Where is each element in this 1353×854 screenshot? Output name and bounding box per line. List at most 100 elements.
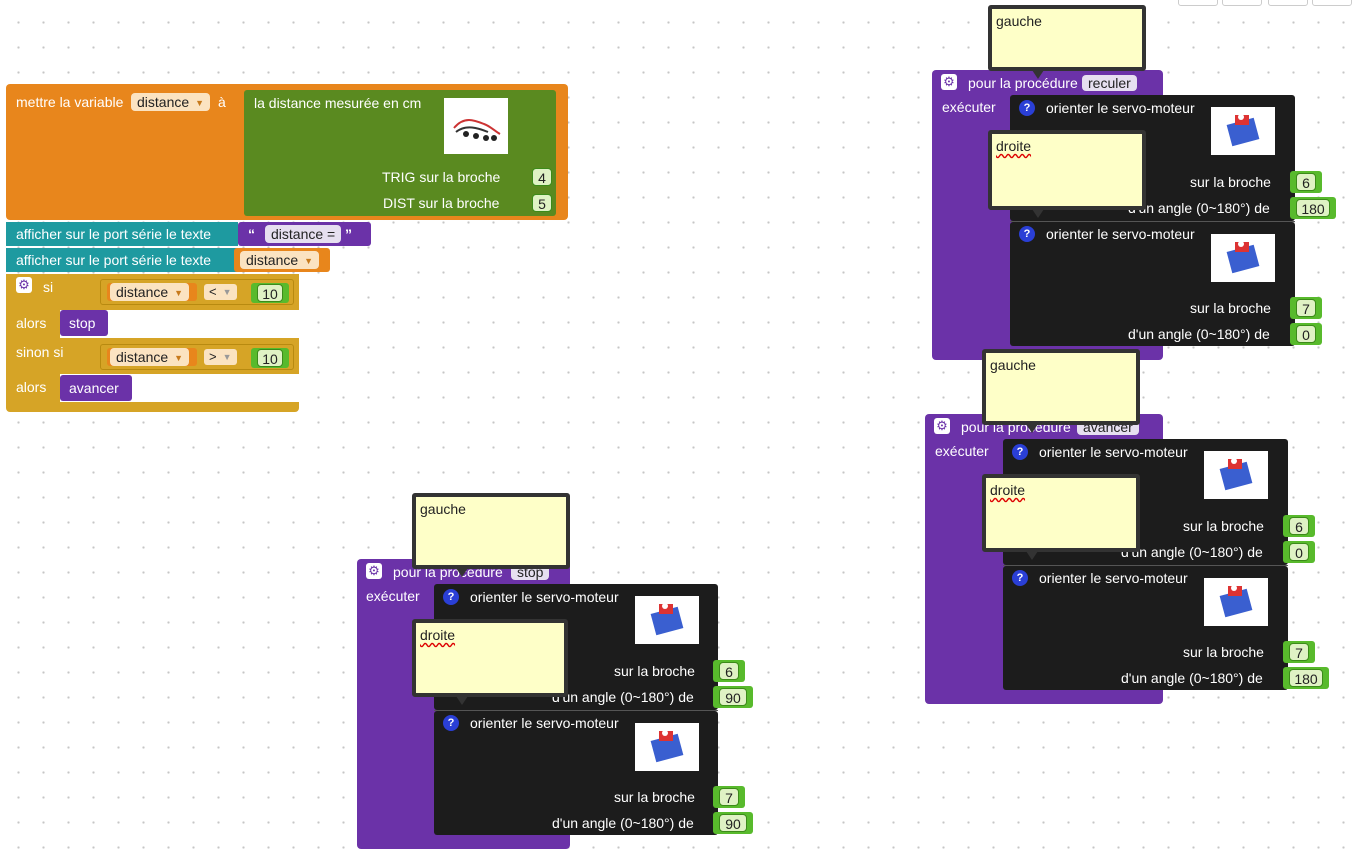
gear-icon[interactable]: ⚙ — [941, 74, 957, 90]
help-icon[interactable]: ? — [1019, 100, 1035, 116]
pin-input[interactable]: 6 — [1296, 173, 1316, 191]
distance-sensor-block[interactable]: la distance mesurée en cm TRIG sur la br… — [244, 90, 556, 216]
toolbar-button[interactable] — [1222, 0, 1262, 6]
variable-get-block[interactable]: distance ▼ — [107, 348, 197, 366]
help-icon[interactable]: ? — [1012, 444, 1028, 460]
pin-label: sur la broche — [614, 663, 695, 679]
toolbar-button[interactable] — [1268, 0, 1308, 6]
angle-input[interactable]: 90 — [719, 688, 747, 706]
number-block[interactable]: 180 — [1283, 667, 1329, 689]
comment-note[interactable]: droite — [982, 474, 1140, 560]
toolbar-button[interactable] — [1178, 0, 1218, 6]
procedure-name-field[interactable]: reculer — [1082, 75, 1137, 91]
comment-note[interactable]: gauche — [982, 349, 1140, 433]
operator-value: > — [209, 349, 217, 364]
serial-print-block-2[interactable]: afficher sur le port série le texte — [6, 248, 238, 272]
servo-block-2[interactable]: ? orienter le servo-moteur sur la broche… — [1003, 566, 1288, 690]
pin-label: sur la broche — [614, 789, 695, 805]
pin-input[interactable]: 6 — [1289, 517, 1309, 535]
comment-note[interactable]: droite — [412, 619, 568, 705]
call-stop-block[interactable]: stop — [60, 310, 108, 336]
angle-label: d'un angle (0~180°) de — [1128, 326, 1270, 342]
number-block[interactable]: 7 — [1290, 297, 1322, 319]
servo-label: orienter le servo-moteur — [470, 715, 619, 731]
comment-text: droite — [420, 627, 456, 643]
servo-block-2[interactable]: ? orienter le servo-moteur sur la broche… — [1010, 222, 1295, 346]
angle-input[interactable]: 180 — [1289, 669, 1323, 687]
number-input[interactable]: 10 — [257, 284, 283, 302]
trig-label: TRIG sur la broche — [382, 169, 501, 185]
text-block[interactable]: “ distance = ” — [238, 222, 371, 246]
pin-input[interactable]: 6 — [719, 662, 739, 680]
comment-pointer — [1026, 424, 1038, 433]
servo-image — [635, 723, 699, 771]
gear-icon[interactable]: ⚙ — [934, 418, 950, 434]
serial-print-block-1[interactable]: afficher sur le port série le texte — [6, 222, 238, 246]
angle-input[interactable]: 90 — [719, 814, 747, 832]
number-block[interactable]: 10 — [251, 283, 289, 303]
comment-text: droite — [996, 138, 1032, 154]
trig-pin-input[interactable]: 4 — [532, 168, 552, 186]
chevron-down-icon: ▼ — [195, 98, 205, 108]
comment-text: droite — [990, 482, 1026, 498]
number-block[interactable]: 7 — [1283, 641, 1315, 663]
comment-note[interactable]: gauche — [412, 493, 570, 577]
pin-input[interactable]: 7 — [1296, 299, 1316, 317]
angle-input[interactable]: 0 — [1296, 325, 1316, 343]
servo-block-2[interactable]: ? orienter le servo-moteur sur la broche… — [434, 711, 718, 835]
then-label: alors — [16, 315, 47, 331]
pin-input[interactable]: 7 — [1289, 643, 1309, 661]
chevron-down-icon: ▼ — [174, 353, 184, 363]
comment-pointer — [1032, 70, 1044, 79]
compare-block-2[interactable]: distance ▼ > ▼ 10 — [100, 344, 294, 370]
help-icon[interactable]: ? — [443, 589, 459, 605]
variable-get-block[interactable]: distance ▼ — [107, 283, 197, 301]
number-block[interactable]: 90 — [713, 812, 753, 834]
operator-dropdown[interactable]: > ▼ — [204, 349, 237, 365]
number-block[interactable]: 6 — [1290, 171, 1322, 193]
help-icon[interactable]: ? — [443, 715, 459, 731]
variable-dropdown[interactable]: distance ▼ — [110, 283, 190, 301]
comment-note[interactable]: gauche — [988, 5, 1146, 79]
angle-input[interactable]: 180 — [1296, 199, 1330, 217]
servo-image — [1211, 234, 1275, 282]
gear-icon[interactable]: ⚙ — [16, 277, 32, 293]
variable-name: distance — [137, 94, 190, 110]
dist-pin-input[interactable]: 5 — [532, 194, 552, 212]
variable-name: distance — [116, 284, 169, 300]
number-input[interactable]: 10 — [257, 349, 283, 367]
number-block[interactable]: 180 — [1290, 197, 1336, 219]
angle-input[interactable]: 0 — [1289, 543, 1309, 561]
call-avancer-block[interactable]: avancer — [60, 375, 132, 401]
servo-label: orienter le servo-moteur — [1046, 100, 1195, 116]
pin-input[interactable]: 7 — [719, 788, 739, 806]
toolbar-button[interactable] — [1312, 0, 1352, 6]
number-block[interactable]: 7 — [713, 786, 745, 808]
angle-label: d'un angle (0~180°) de — [1121, 670, 1263, 686]
variable-dropdown[interactable]: distance ▼ — [240, 251, 320, 269]
text-input[interactable]: distance = — [265, 225, 342, 243]
comment-note[interactable]: droite — [988, 130, 1146, 218]
number-block[interactable]: 10 — [251, 348, 289, 368]
number-block[interactable]: 6 — [1283, 515, 1315, 537]
execute-label: exécuter — [366, 588, 420, 604]
help-icon[interactable]: ? — [1012, 570, 1028, 586]
number-block[interactable]: 6 — [713, 660, 745, 682]
gear-icon[interactable]: ⚙ — [366, 563, 382, 579]
operator-dropdown[interactable]: < ▼ — [204, 284, 237, 300]
serial-print-label: afficher sur le port série le texte — [16, 226, 212, 242]
pin-label: sur la broche — [1190, 174, 1271, 190]
dist-label: DIST sur la broche — [383, 195, 500, 211]
then-label: alors — [16, 379, 47, 395]
help-icon[interactable]: ? — [1019, 226, 1035, 242]
chevron-down-icon: ▼ — [174, 288, 184, 298]
number-block[interactable]: 90 — [713, 686, 753, 708]
variable-dropdown[interactable]: distance ▼ — [110, 348, 190, 366]
number-block[interactable]: 0 — [1283, 541, 1315, 563]
execute-label: exécuter — [942, 99, 996, 115]
variable-dropdown[interactable]: distance ▼ — [131, 93, 211, 111]
set-variable-label: mettre la variable — [16, 94, 124, 110]
compare-block-1[interactable]: distance ▼ < ▼ 10 — [100, 279, 294, 305]
number-block[interactable]: 0 — [1290, 323, 1322, 345]
variable-get-block[interactable]: distance ▼ — [234, 248, 330, 272]
